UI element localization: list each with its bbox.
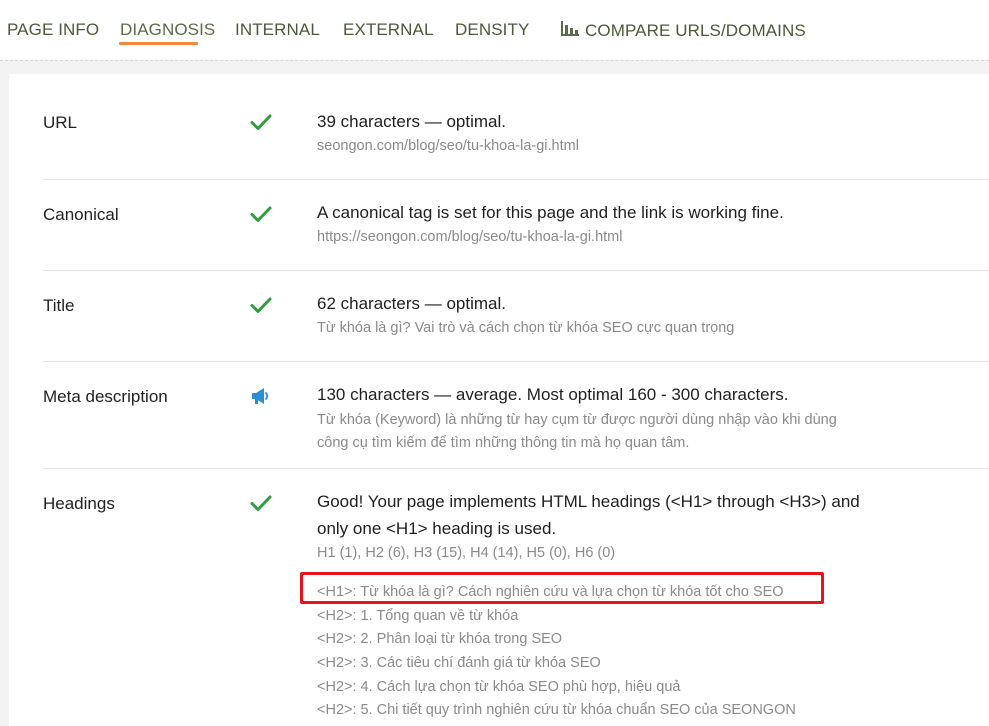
row-divider	[43, 361, 989, 362]
tab-diagnosis[interactable]: DIAGNOSIS	[120, 19, 215, 41]
title-value: Từ khóa là gì? Vai trò và cách chọn từ k…	[317, 320, 735, 336]
heading-item: <H2>: 3. Các tiêu chí đánh giá từ khóa S…	[317, 655, 601, 671]
tab-compare-urls-domains[interactable]: COMPARE URLS/DOMAINS	[560, 19, 806, 43]
tab-compare-label: COMPARE URLS/DOMAINS	[585, 21, 806, 40]
row-divider	[43, 468, 989, 469]
url-main: 39 characters — optimal.	[317, 112, 506, 131]
row-divider	[43, 179, 989, 180]
bar-chart-icon	[560, 19, 585, 43]
check-icon	[250, 294, 272, 316]
tab-bar: PAGE INFO DIAGNOSIS INTERNAL EXTERNAL DE…	[0, 0, 989, 60]
meta-main: 130 characters — average. Most optimal 1…	[317, 385, 789, 404]
row-label-canonical: Canonical	[43, 205, 119, 224]
tab-internal[interactable]: INTERNAL	[235, 19, 320, 41]
row-label-headings: Headings	[43, 494, 115, 513]
headings-main-line2: only one <H1> heading is used.	[317, 519, 557, 538]
check-icon	[250, 203, 272, 225]
tab-divider	[0, 60, 989, 61]
canonical-value: https://seongon.com/blog/seo/tu-khoa-la-…	[317, 229, 623, 245]
row-label-url: URL	[43, 113, 78, 132]
meta-value-line1: Từ khóa (Keyword) là những từ hay cụm từ…	[317, 412, 837, 428]
check-icon	[250, 492, 272, 514]
heading-item: <H2>: 5. Chi tiết quy trình nghiên cứu t…	[317, 702, 796, 718]
check-icon	[250, 111, 272, 133]
heading-item: <H2>: 4. Cách lựa chọn từ khóa SEO phù h…	[317, 679, 681, 695]
meta-value-line2: công cụ tìm kiếm để tìm những thông tin …	[317, 435, 690, 451]
url-value: seongon.com/blog/seo/tu-khoa-la-gi.html	[317, 138, 579, 154]
row-label-title: Title	[43, 296, 75, 315]
megaphone-icon	[250, 385, 272, 407]
highlight-box	[300, 572, 824, 604]
heading-item: <H2>: 2. Phân loại từ khóa trong SEO	[317, 631, 563, 647]
title-main: 62 characters — optimal.	[317, 294, 506, 313]
tab-density[interactable]: DENSITY	[455, 19, 529, 41]
heading-item: <H2>: 1. Tổng quan về từ khóa	[317, 608, 519, 624]
row-divider	[43, 270, 989, 271]
tab-page-info[interactable]: PAGE INFO	[7, 19, 99, 41]
headings-main-line1: Good! Your page implements HTML headings…	[317, 492, 860, 511]
canonical-main: A canonical tag is set for this page and…	[317, 203, 784, 222]
active-tab-indicator	[119, 42, 198, 45]
headings-counts: H1 (1), H2 (6), H3 (15), H4 (14), H5 (0)…	[317, 545, 616, 561]
tab-external[interactable]: EXTERNAL	[343, 19, 434, 41]
row-label-meta-description: Meta description	[43, 387, 168, 406]
